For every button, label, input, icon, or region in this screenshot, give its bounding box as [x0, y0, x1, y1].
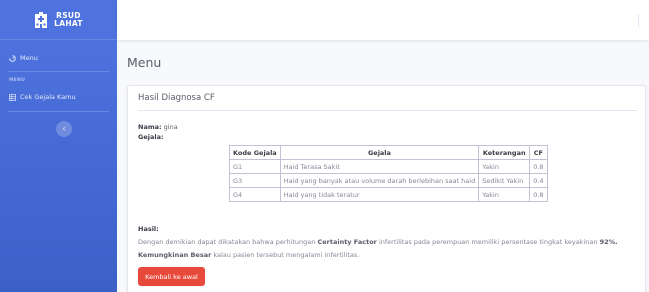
sidebar-item-menu[interactable]: Menu	[0, 46, 117, 70]
name-value: gina	[163, 123, 178, 131]
cell-keterangan: Yakin	[478, 187, 531, 202]
symptoms-label: Gejala:	[138, 133, 164, 141]
symptoms-table: Kode Gejala Gejala Keterangan CF G1 Haid…	[229, 145, 548, 202]
sidebar-toggle-button[interactable]: ‹	[56, 121, 72, 137]
result-label: Hasil:	[138, 225, 159, 233]
cell-keterangan: Sedikit Yakin	[478, 173, 531, 188]
result-text: Dengan demikian dapat dikatakan bahwa pe…	[138, 236, 643, 262]
column-header-kode: Kode Gejala	[229, 145, 281, 160]
sidebar-divider	[8, 111, 109, 112]
name-label: Nama:	[138, 123, 162, 131]
column-header-gejala: Gejala	[279, 145, 480, 160]
result-text-part: infertilitas pada perempuan memiliki per…	[376, 238, 600, 246]
card-divider	[138, 110, 637, 111]
sidebar-item-cek-gejala[interactable]: Cek Gejala Kamu	[0, 85, 117, 109]
diagnosis-card: Hasil Diagnosa CF Nama: gina Gejala: Kod…	[127, 85, 646, 292]
back-to-start-button[interactable]: Kembali ke awal	[138, 267, 205, 286]
column-header-cf: CF	[529, 145, 548, 160]
likelihood-term: Kemungkinan Besar	[138, 251, 212, 259]
table-icon	[9, 93, 16, 101]
column-header-keterangan: Keterangan	[478, 145, 531, 160]
result-text-part: kalau pasien tersebut mengalami infertil…	[211, 251, 360, 259]
page-title: Menu	[127, 55, 162, 70]
dashboard-icon	[9, 54, 16, 62]
patient-name: Nama: gina	[138, 123, 178, 131]
table-row: G1 Haid Terasa Sakit Yakin 0.8	[229, 159, 548, 174]
cell-cf: 0.4	[529, 173, 548, 188]
cell-kode: G1	[229, 159, 281, 174]
hospital-icon	[35, 11, 48, 28]
topbar	[117, 0, 649, 40]
table-header-row: Kode Gejala Gejala Keterangan CF	[229, 145, 548, 160]
chevron-left-icon: ‹	[62, 124, 66, 133]
cell-kode: G3	[229, 173, 281, 188]
sidebar-item-label: Cek Gejala Kamu	[20, 93, 76, 101]
cell-gejala: Haid yang tidak teratur	[279, 187, 480, 202]
sidebar: RSUD LAHAT Menu MENU Cek Gejala Kamu ‹	[0, 0, 117, 292]
sidebar-heading: MENU	[9, 78, 26, 83]
cell-cf: 0.8	[529, 187, 548, 202]
brand[interactable]: RSUD LAHAT	[0, 0, 117, 40]
table-row: G4 Haid yang tidak teratur Yakin 0.8	[229, 187, 548, 202]
confidence-percentage: 92%.	[599, 238, 618, 246]
table-row: G3 Haid yang banyak atau volume darah be…	[229, 173, 548, 188]
gejala-label: Gejala:	[138, 133, 164, 141]
brand-name: RSUD LAHAT	[54, 11, 83, 28]
topbar-divider	[638, 14, 639, 27]
cell-kode: G4	[229, 187, 281, 202]
cell-keterangan: Yakin	[478, 159, 531, 174]
brand-line-2: LAHAT	[54, 18, 83, 28]
certainty-factor-term: Certainty Factor	[317, 238, 377, 246]
cell-gejala: Haid Terasa Sakit	[279, 159, 480, 174]
cell-cf: 0.8	[529, 159, 548, 174]
result-text-part: Dengan demikian dapat dikatakan bahwa pe…	[138, 238, 318, 246]
sidebar-item-label: Menu	[20, 54, 38, 62]
cell-gejala: Haid yang banyak atau volume darah berle…	[279, 173, 480, 188]
card-title: Hasil Diagnosa CF	[138, 93, 215, 103]
